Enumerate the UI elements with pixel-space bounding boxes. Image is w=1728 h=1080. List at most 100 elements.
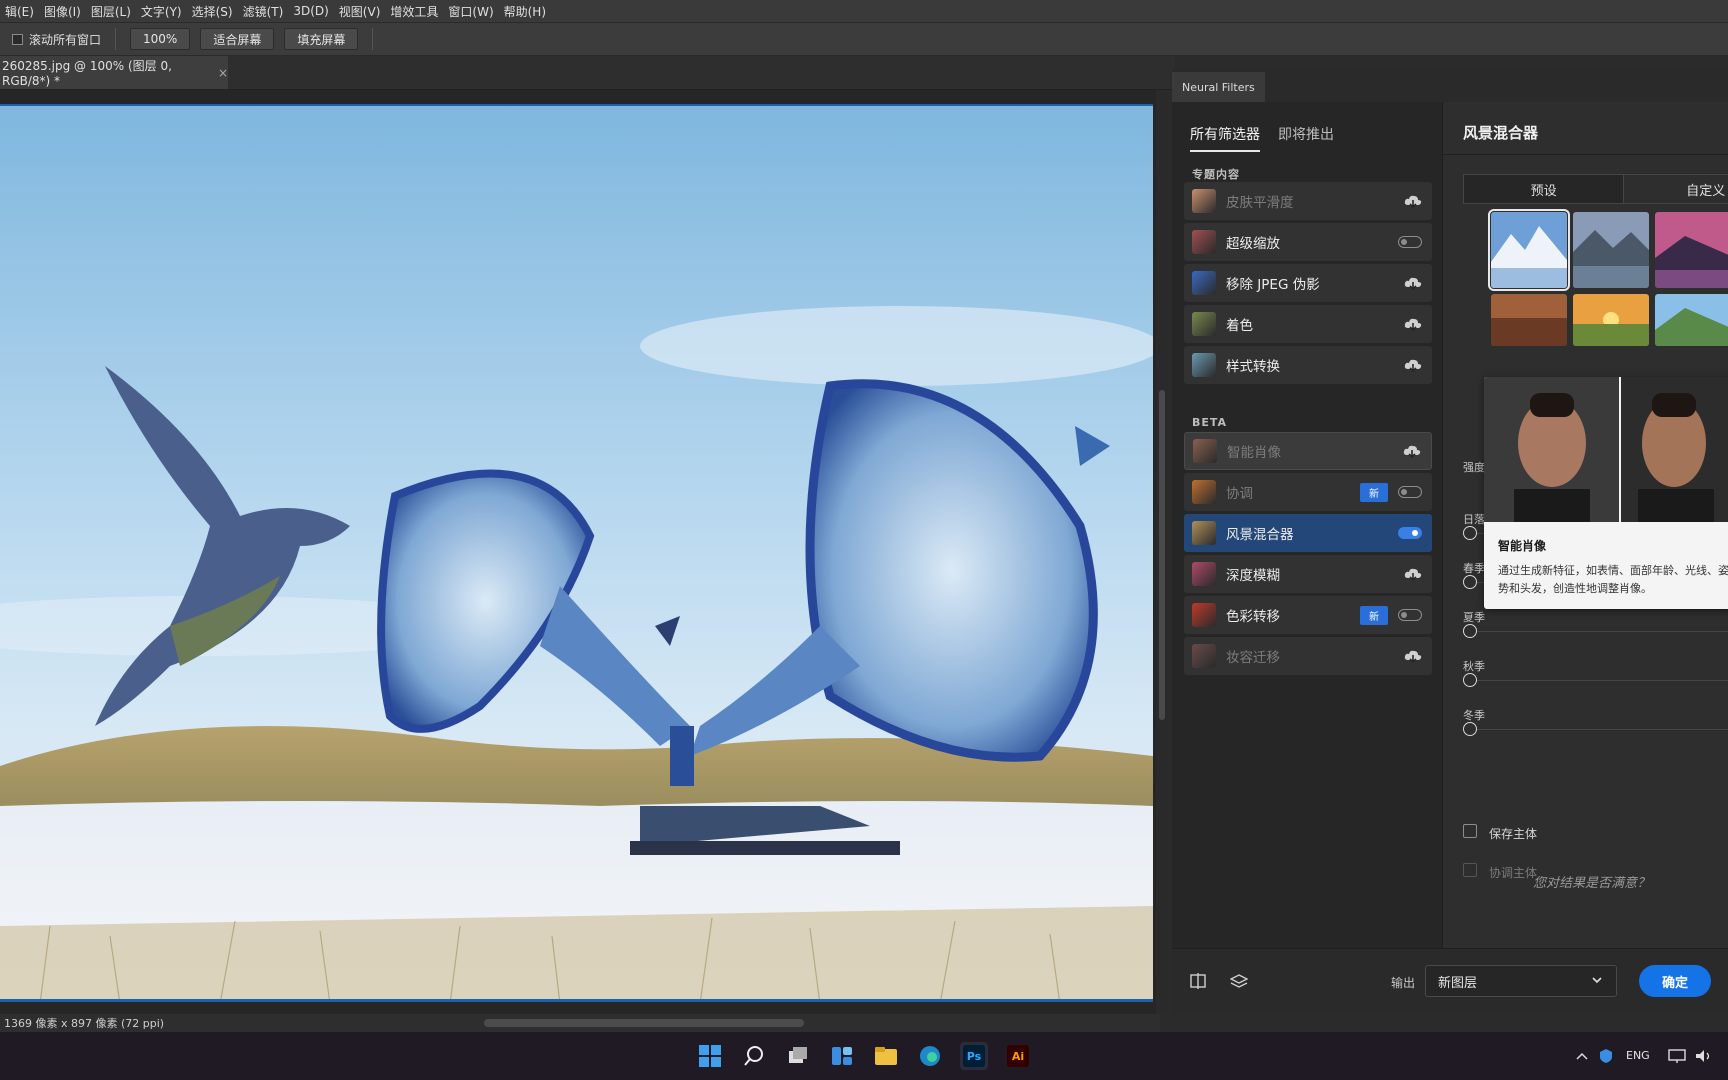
menu-item[interactable]: 3D(D) <box>288 4 333 18</box>
download-cloud-icon[interactable] <box>1404 276 1422 290</box>
filter-item[interactable]: 妆容迁移 <box>1184 637 1432 675</box>
canvas-vertical-scrollbar[interactable] <box>1156 90 1168 1014</box>
new-badge: 新 <box>1360 482 1388 502</box>
section-featured: 专题内容 <box>1192 168 1240 181</box>
feedback-prompt[interactable]: 您对结果是否满意？ <box>1533 872 1650 891</box>
preset-thumb-snow-mountain[interactable] <box>1488 209 1570 291</box>
compare-icon[interactable] <box>1190 973 1206 989</box>
volume-icon[interactable] <box>1694 1048 1712 1064</box>
output-select[interactable]: 新图层 <box>1425 965 1617 997</box>
scrollbar-thumb[interactable] <box>1159 390 1165 720</box>
download-cloud-icon[interactable] <box>1404 649 1422 663</box>
download-cloud-icon[interactable] <box>1404 567 1422 581</box>
slider-label: 春季 <box>1463 562 1485 575</box>
preset-thumb-sunset-hills[interactable] <box>1573 294 1649 346</box>
filter-item[interactable]: 样式转换 <box>1184 346 1432 384</box>
close-icon[interactable]: × <box>218 66 228 80</box>
tab-coming-soon[interactable]: 即将推出 <box>1278 124 1334 152</box>
filter-label: 样式转换 <box>1226 359 1280 375</box>
download-cloud-icon[interactable] <box>1404 358 1422 372</box>
filter-item[interactable]: 着色 <box>1184 305 1432 343</box>
preserve-subject-checkbox[interactable] <box>1463 824 1477 838</box>
panel-tab[interactable]: Neural Filters <box>1172 72 1265 102</box>
menu-item[interactable]: 图层(L) <box>86 3 136 20</box>
filter-title: 风景混合器 <box>1463 124 1539 142</box>
filter-item[interactable]: 深度模糊 <box>1184 555 1432 593</box>
windows-taskbar: Ps Ai ENG <box>0 1032 1728 1080</box>
menu-item[interactable]: 帮助(H) <box>499 3 551 20</box>
menu-item[interactable]: 窗口(W) <box>443 3 498 20</box>
download-cloud-icon[interactable] <box>1404 194 1422 208</box>
menu-item[interactable]: 选择(S) <box>187 3 238 20</box>
widgets-icon[interactable] <box>828 1042 856 1070</box>
menu-item[interactable]: 图像(I) <box>39 3 86 20</box>
scroll-all-windows[interactable]: 滚动所有窗口 <box>12 31 101 48</box>
download-cloud-icon[interactable] <box>1404 317 1422 331</box>
filter-item[interactable]: 色彩转移 新 <box>1184 596 1432 634</box>
output-value: 新图层 <box>1438 975 1478 991</box>
slider-handle[interactable] <box>1463 722 1477 736</box>
canvas-area[interactable] <box>0 90 1160 1014</box>
harmonize-subject-checkbox[interactable] <box>1463 863 1477 877</box>
new-badge: 新 <box>1360 605 1388 625</box>
preset-thumb-green-peaks[interactable] <box>1655 294 1728 346</box>
menu-item[interactable]: 视图(V) <box>334 3 386 20</box>
slider-track[interactable] <box>1477 680 1728 681</box>
filter-item[interactable]: 风景混合器 <box>1184 514 1432 552</box>
menu-bar: 辑(E) 图像(I) 图层(L) 文字(Y) 选择(S) 滤镜(T) 3D(D) 视图(V) 增… <box>0 0 1728 22</box>
filter-item[interactable]: 移除 JPEG 伪影 <box>1184 264 1432 302</box>
preset-thumb-valley[interactable] <box>1573 212 1649 288</box>
document-tab-title: 260285.jpg @ 100% (图层 0, RGB/8*) * <box>2 59 172 88</box>
output-label: 输出 <box>1391 976 1416 990</box>
tab-preset[interactable]: 预设 <box>1463 174 1625 204</box>
filter-item[interactable]: 超级缩放 <box>1184 223 1432 261</box>
illustrator-app-icon[interactable]: Ai <box>1004 1042 1032 1070</box>
preset-thumb-purple-dusk[interactable] <box>1655 212 1728 288</box>
preset-thumb-canyon[interactable] <box>1491 294 1567 346</box>
security-shield-icon[interactable] <box>1598 1048 1614 1064</box>
chevron-up-icon[interactable] <box>1576 1051 1588 1061</box>
document-dimensions: 1369 像素 x 897 像素 (72 ppi) <box>4 1017 165 1030</box>
tab-all-filters[interactable]: 所有筛选器 <box>1190 124 1260 152</box>
search-icon[interactable] <box>740 1042 768 1070</box>
filter-item[interactable]: 智能肖像 <box>1184 432 1432 470</box>
menu-item[interactable]: 文字(Y) <box>136 3 187 20</box>
slider-track[interactable] <box>1477 631 1728 632</box>
layers-icon[interactable] <box>1230 973 1248 991</box>
menu-item[interactable]: 增效工具 <box>385 3 443 20</box>
language-indicator[interactable]: ENG <box>1626 1049 1650 1062</box>
artwork <box>0 106 1153 999</box>
document-tab[interactable]: 260285.jpg @ 100% (图层 0, RGB/8*) * × <box>0 56 228 89</box>
filter-item[interactable]: 协调 新 <box>1184 473 1432 511</box>
filter-toggle[interactable] <box>1398 527 1422 539</box>
document-image[interactable] <box>0 104 1153 1002</box>
photoshop-app-icon[interactable]: Ps <box>960 1042 988 1070</box>
menu-item[interactable]: 滤镜(T) <box>238 3 289 20</box>
fill-screen-button[interactable]: 填充屏幕 <box>284 28 359 50</box>
tab-custom[interactable]: 自定义 <box>1624 174 1728 204</box>
edge-browser-icon[interactable] <box>916 1042 944 1070</box>
task-view-icon[interactable] <box>784 1042 812 1070</box>
filter-tabs: 所有筛选器 即将推出 <box>1190 124 1334 152</box>
filter-toggle[interactable] <box>1398 486 1422 498</box>
ok-button[interactable]: 确定 <box>1639 965 1711 997</box>
network-icon[interactable] <box>1668 1048 1686 1064</box>
filter-toggle[interactable] <box>1398 609 1422 621</box>
zoom-field[interactable]: 100% <box>130 28 191 50</box>
slider-handle[interactable] <box>1463 575 1477 589</box>
slider-track[interactable] <box>1477 729 1728 730</box>
slider-handle[interactable] <box>1463 526 1477 540</box>
filter-thumbnail-icon <box>1192 271 1216 295</box>
slider-label: 秋季 <box>1463 660 1485 673</box>
scroll-all-checkbox[interactable] <box>12 33 23 45</box>
fit-screen-button[interactable]: 适合屏幕 <box>200 28 275 50</box>
horizontal-scrollbar-thumb[interactable] <box>484 1019 804 1027</box>
menu-item[interactable]: 辑(E) <box>0 3 39 20</box>
filter-item[interactable]: 皮肤平滑度 <box>1184 182 1432 220</box>
windows-start-icon[interactable] <box>696 1042 724 1070</box>
slider-handle[interactable] <box>1463 624 1477 638</box>
filter-toggle[interactable] <box>1398 236 1422 248</box>
slider-handle[interactable] <box>1463 673 1477 687</box>
download-cloud-icon[interactable] <box>1403 444 1421 458</box>
file-explorer-icon[interactable] <box>872 1042 900 1070</box>
